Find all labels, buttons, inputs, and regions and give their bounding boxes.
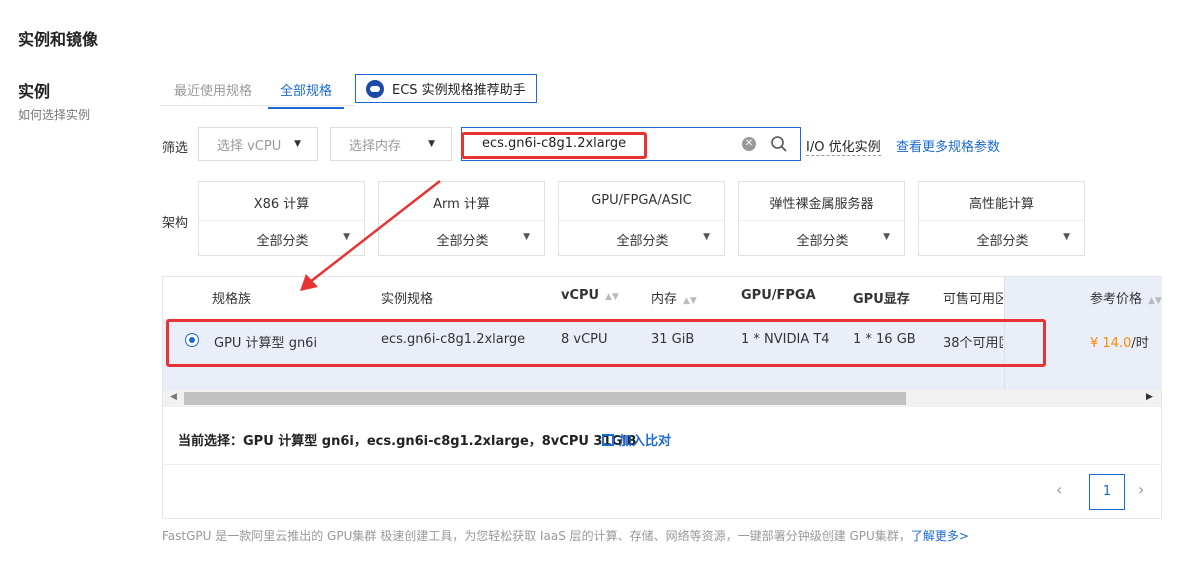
arch-card-divider bbox=[739, 220, 904, 221]
price-unit: /时 bbox=[1131, 336, 1149, 351]
header-vcpu[interactable]: vCPU ▲▼ bbox=[561, 288, 619, 303]
header-spec: 实例规格 bbox=[381, 292, 434, 307]
current-selection: 当前选择：GPU 计算型 gn6i，ecs.gn6i-c8g1.2xlarge，… bbox=[178, 434, 637, 449]
clear-icon[interactable]: ✕ bbox=[742, 137, 756, 151]
arch-card-category: 全部分类 bbox=[436, 234, 489, 249]
search-icon[interactable] bbox=[770, 135, 788, 153]
arch-card-bare-metal[interactable]: 弹性裸金属服务器 全部分类 ▼ bbox=[738, 181, 905, 256]
arch-card-hpc[interactable]: 高性能计算 全部分类 ▼ bbox=[918, 181, 1085, 256]
caret-down-icon: ▼ bbox=[703, 232, 710, 242]
learn-more-link[interactable]: 了解更多> bbox=[911, 529, 969, 543]
header-memory-label: 内存 bbox=[651, 292, 678, 307]
header-price[interactable]: 参考价格 ▲▼ bbox=[1090, 288, 1162, 307]
page-number[interactable]: 1 bbox=[1089, 474, 1125, 510]
vcpu-select[interactable]: 选择 vCPU ▼ bbox=[198, 127, 318, 161]
arch-card-title: X86 计算 bbox=[253, 197, 310, 212]
arch-card-title: 高性能计算 bbox=[968, 197, 1034, 212]
header-vcpu-label: vCPU bbox=[561, 288, 600, 303]
arch-card-divider bbox=[199, 220, 364, 221]
more-params-link[interactable]: 查看更多规格参数 bbox=[896, 136, 1000, 155]
sort-icon[interactable]: ▲▼ bbox=[1148, 296, 1162, 306]
compare-icon bbox=[602, 433, 614, 446]
arch-card-category: 全部分类 bbox=[256, 234, 309, 249]
caret-down-icon: ▼ bbox=[343, 232, 350, 242]
memory-select[interactable]: 选择内存 ▼ bbox=[330, 127, 452, 161]
header-gpu: GPU/FPGA bbox=[741, 288, 816, 303]
fastgpu-footer: FastGPU 是一款阿里云推出的 GPU集群 极速创建工具，为您轻松获取 Ia… bbox=[162, 527, 969, 544]
vcpu-select-placeholder: 选择 vCPU bbox=[217, 138, 282, 154]
caret-down-icon: ▼ bbox=[294, 139, 301, 149]
row-highlight-annotation bbox=[166, 319, 1046, 367]
footer-text: FastGPU 是一款阿里云推出的 GPU集群 极速创建工具，为您轻松获取 Ia… bbox=[162, 529, 911, 543]
arch-card-gpu[interactable]: GPU/FPGA/ASIC 全部分类 ▼ bbox=[558, 181, 725, 256]
tab-all-specs[interactable]: 全部规格 bbox=[268, 80, 345, 109]
caret-down-icon: ▼ bbox=[428, 139, 435, 149]
arch-card-divider bbox=[919, 220, 1084, 221]
search-highlight-annotation bbox=[461, 132, 647, 159]
header-family: 规格族 bbox=[212, 292, 252, 307]
io-optimized-label[interactable]: I/O 优化实例 bbox=[806, 136, 881, 156]
header-price-label: 参考价格 bbox=[1090, 292, 1143, 307]
arch-card-category: 全部分类 bbox=[976, 234, 1029, 249]
arch-card-title: GPU/FPGA/ASIC bbox=[591, 193, 692, 208]
scroll-left-arrow-icon[interactable]: ◀ bbox=[170, 392, 177, 402]
arch-card-category: 全部分类 bbox=[796, 234, 849, 249]
assistant-button-label: ECS 实例规格推荐助手 bbox=[392, 83, 526, 98]
next-page-icon[interactable]: › bbox=[1138, 480, 1144, 499]
robot-icon bbox=[366, 79, 384, 98]
arch-card-arm[interactable]: Arm 计算 全部分类 ▼ bbox=[378, 181, 545, 256]
cell-price: ¥ 14.0/时 bbox=[1090, 332, 1149, 351]
scroll-right-arrow-icon[interactable]: ▶ bbox=[1146, 392, 1153, 402]
sidebar-title: 实例 bbox=[18, 82, 51, 101]
summary-divider bbox=[163, 464, 1161, 465]
caret-down-icon: ▼ bbox=[883, 232, 890, 242]
header-zones: 可售可用区 bbox=[943, 292, 1003, 307]
add-compare-button[interactable]: 加入比对 bbox=[602, 430, 671, 449]
spec-assistant-button[interactable]: ECS 实例规格推荐助手 bbox=[355, 74, 537, 103]
add-compare-label: 加入比对 bbox=[619, 434, 672, 449]
scrollbar-thumb[interactable] bbox=[184, 392, 906, 405]
header-memory[interactable]: 内存 ▲▼ bbox=[651, 288, 697, 307]
tab-recent[interactable]: 最近使用规格 bbox=[174, 80, 252, 107]
arch-card-divider bbox=[559, 220, 724, 221]
caret-down-icon: ▼ bbox=[523, 232, 530, 242]
arch-card-divider bbox=[379, 220, 544, 221]
section-title: 实例和镜像 bbox=[18, 30, 99, 49]
prev-page-icon[interactable]: ‹ bbox=[1056, 480, 1062, 499]
how-to-choose-link[interactable]: 如何选择实例 bbox=[18, 106, 90, 123]
price-value: ¥ 14.0 bbox=[1090, 336, 1132, 351]
sort-icon[interactable]: ▲▼ bbox=[605, 292, 619, 302]
arch-card-title: 弹性裸金属服务器 bbox=[769, 197, 874, 212]
arch-card-title: Arm 计算 bbox=[433, 197, 490, 212]
architecture-label: 架构 bbox=[162, 216, 189, 231]
arch-card-category: 全部分类 bbox=[616, 234, 669, 249]
arch-card-x86[interactable]: X86 计算 全部分类 ▼ bbox=[198, 181, 365, 256]
header-gpu-memory: GPU显存 bbox=[853, 292, 910, 307]
caret-down-icon: ▼ bbox=[1063, 232, 1070, 242]
memory-select-placeholder: 选择内存 bbox=[349, 138, 402, 154]
sort-icon[interactable]: ▲▼ bbox=[683, 296, 697, 306]
filter-label: 筛选 bbox=[162, 141, 189, 156]
